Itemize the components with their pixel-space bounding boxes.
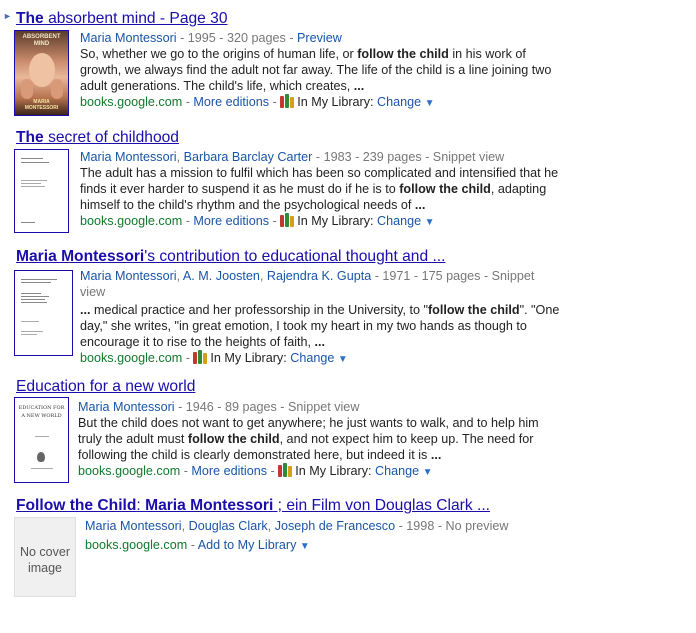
result-source-line: books.google.com - More editions - In My… <box>78 463 433 478</box>
library-books-icon <box>280 213 295 227</box>
meta-text: - 1995 - 320 pages - <box>176 31 298 45</box>
cover-hand-graphic <box>21 79 33 99</box>
result-arrow-icon: ► <box>3 11 12 21</box>
author-link[interactable]: Maria Montessori <box>80 269 177 283</box>
chevron-down-icon: ▼ <box>337 354 348 365</box>
meta-text: - 1946 - 89 pages - Snippet view <box>174 400 360 414</box>
result-snippet: ... medical practice and her professorsh… <box>80 303 560 349</box>
add-to-library-dropdown[interactable]: Add to My Library ▼ <box>198 538 310 552</box>
author-link[interactable]: Maria Montessori <box>78 400 175 414</box>
author-link[interactable]: Douglas Clark <box>189 519 268 533</box>
cover-author-text: MARIA MONTESSORI <box>24 99 59 111</box>
chevron-down-icon: ▼ <box>299 541 310 552</box>
result-source-line: books.google.com - In My Library: Change… <box>80 350 348 365</box>
library-label: In My Library: <box>297 95 374 109</box>
author-link[interactable]: Rajendra K. Gupta <box>267 269 371 283</box>
result-body: Maria Montessori, A. M. Joosten, Rajendr… <box>80 268 560 368</box>
change-library-dropdown[interactable]: Change ▼ <box>377 214 435 228</box>
title-text: ; ein Film von Douglas Clark ... <box>273 497 490 514</box>
change-library-dropdown[interactable]: Change ▼ <box>377 95 435 109</box>
book-cover-thumbnail[interactable] <box>14 149 69 233</box>
result-body: Maria Montessori, Douglas Clark, Joseph … <box>85 518 565 555</box>
book-title-link[interactable]: Follow the Child: Maria Montessori ; ein… <box>16 496 490 515</box>
library-label: In My Library: <box>297 214 374 228</box>
title-text: 's contribution to educational thought a… <box>144 248 446 265</box>
cover-title-text: EDUCATION FOR A NEW WORLD <box>18 405 65 419</box>
result-snippet: The adult has a mission to fulfil which … <box>80 166 559 212</box>
title-bold-text: The <box>16 129 44 146</box>
result-body: Maria Montessori, Barbara Barclay Carter… <box>80 149 560 231</box>
result-meta: Maria Montessori - 1995 - 320 pages - Pr… <box>80 30 560 46</box>
title-bold-text: Follow the Child <box>16 497 137 514</box>
result-snippet: But the child does not want to get anywh… <box>78 416 539 462</box>
title-bold-text: The <box>16 10 44 27</box>
more-editions-link[interactable]: More editions <box>193 95 269 109</box>
book-cover-thumbnail[interactable]: ABSORBENT MIND MARIA MONTESSORI <box>14 30 69 116</box>
title-text: absorbent mind - Page 30 <box>43 10 228 27</box>
source-domain: books.google.com <box>85 538 188 552</box>
book-title-link[interactable]: The secret of childhood <box>16 128 179 147</box>
author-link[interactable]: Joseph de Francesco <box>275 519 395 533</box>
cover-hand-graphic <box>51 79 63 99</box>
no-cover-placeholder: No cover image <box>14 517 76 597</box>
source-domain: books.google.com <box>80 95 183 109</box>
source-domain: books.google.com <box>80 214 183 228</box>
book-title-link[interactable]: Maria Montessori's contribution to educa… <box>16 247 445 266</box>
author-link[interactable]: Barbara Barclay Carter <box>184 150 313 164</box>
cover-title-text: ABSORBENT MIND <box>22 34 61 47</box>
library-label: In My Library: <box>295 464 372 478</box>
library-books-icon <box>278 463 293 477</box>
preview-link[interactable]: Preview <box>297 31 342 45</box>
author-link[interactable]: Maria Montessori <box>80 150 177 164</box>
author-link[interactable]: Maria Montessori <box>85 519 182 533</box>
source-domain: books.google.com <box>80 351 183 365</box>
cover-image: ABSORBENT MIND MARIA MONTESSORI <box>15 31 68 115</box>
library-books-icon <box>280 94 295 108</box>
result-meta: Maria Montessori, A. M. Joosten, Rajendr… <box>80 269 535 299</box>
result-body: Maria Montessori - 1946 - 89 pages - Sni… <box>78 399 558 481</box>
cover-image <box>15 271 72 355</box>
change-library-dropdown[interactable]: Change ▼ <box>290 351 348 365</box>
book-cover-thumbnail[interactable]: EDUCATION FOR A NEW WORLD <box>14 397 69 483</box>
source-domain: books.google.com <box>78 464 181 478</box>
more-editions-link[interactable]: More editions <box>191 464 267 478</box>
title-text: secret of childhood <box>43 129 179 146</box>
library-label: In My Library: <box>210 351 287 365</box>
chevron-down-icon: ▼ <box>422 467 433 478</box>
chevron-down-icon: ▼ <box>424 217 435 228</box>
author-link[interactable]: A. M. Joosten <box>183 269 260 283</box>
result-body: Maria Montessori - 1995 - 320 pages - Pr… <box>80 30 560 112</box>
book-title-link[interactable]: Education for a new world <box>16 377 195 396</box>
author-link[interactable]: Maria Montessori <box>80 31 177 45</box>
library-books-icon <box>193 350 208 364</box>
result-meta: Maria Montessori, Douglas Clark, Joseph … <box>85 519 509 533</box>
change-library-dropdown[interactable]: Change ▼ <box>375 464 433 478</box>
result-snippet: So, whether we go to the origins of huma… <box>80 47 552 93</box>
result-meta: Maria Montessori - 1946 - 89 pages - Sni… <box>78 399 558 415</box>
meta-text: - 1983 - 239 pages - Snippet view <box>312 150 505 164</box>
cover-emblem-graphic <box>37 452 45 462</box>
cover-image: EDUCATION FOR A NEW WORLD <box>15 398 68 482</box>
title-bold-text: Maria Montessori <box>16 248 145 265</box>
result-source-line: books.google.com - More editions - In My… <box>80 94 435 109</box>
title-text: Education for a new world <box>16 378 196 395</box>
more-editions-link[interactable]: More editions <box>193 214 269 228</box>
book-cover-thumbnail[interactable] <box>14 270 73 356</box>
title-bold-text: Maria Montessori <box>145 497 274 514</box>
result-meta: Maria Montessori, Barbara Barclay Carter… <box>80 150 505 164</box>
result-source-line: books.google.com - Add to My Library ▼ <box>85 538 310 552</box>
chevron-down-icon: ▼ <box>424 98 435 109</box>
cover-image <box>15 150 68 232</box>
book-title-link[interactable]: The absorbent mind - Page 30 <box>16 9 228 28</box>
result-source-line: books.google.com - More editions - In My… <box>80 213 435 228</box>
meta-text: - 1998 - No preview <box>395 519 509 533</box>
